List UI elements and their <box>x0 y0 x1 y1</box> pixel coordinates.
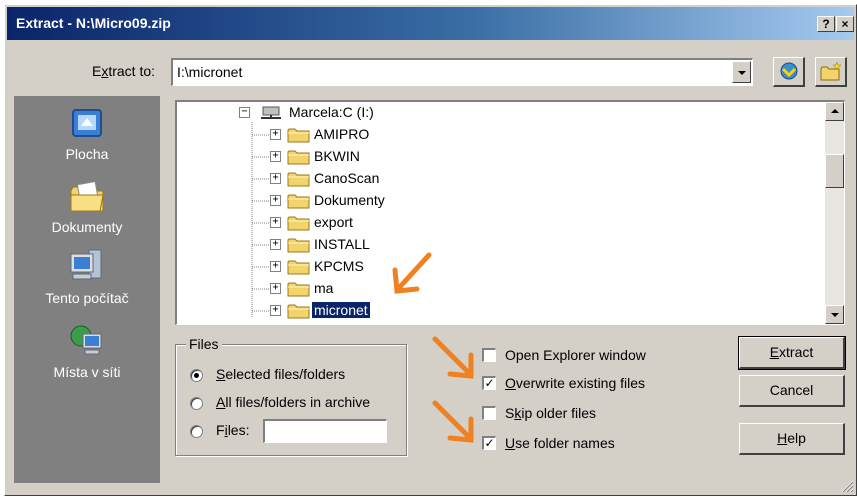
tree-item[interactable]: + Dokumenty <box>177 190 477 212</box>
radio-selected-files[interactable] <box>190 369 203 382</box>
folder-icon <box>287 172 310 187</box>
arrow-annotation-icon <box>432 400 474 443</box>
tree-item-label: KPCMS <box>314 258 364 274</box>
place-computer-label: Tento počítač <box>45 290 129 306</box>
window-title: Extract - N:\Micro09.zip <box>16 15 171 31</box>
expand-icon[interactable]: + <box>270 239 281 250</box>
help-title-button[interactable]: ? <box>817 16 835 32</box>
tree-root[interactable]: − Marcela:C (I:) <box>177 102 477 124</box>
overwrite-label[interactable]: Overwrite existing files <box>505 375 645 391</box>
extract-to-combobox[interactable]: I:\micronet <box>171 58 753 86</box>
place-documents-label: Dokumenty <box>51 219 123 235</box>
extract-dialog: Extract - N:\Micro09.zip ? × Extract to:… <box>4 4 857 496</box>
network-drive-icon <box>261 106 281 119</box>
expand-icon[interactable]: + <box>270 195 281 206</box>
scroll-down-icon <box>831 313 839 317</box>
overwrite-checkbox[interactable]: ✓ <box>482 376 496 390</box>
chevron-down-icon <box>738 71 746 75</box>
expand-icon[interactable]: + <box>270 283 281 294</box>
place-network-label: Místa v síti <box>53 364 121 380</box>
scroll-down-button[interactable] <box>825 305 844 324</box>
use-folder-names-checkbox[interactable]: ✓ <box>482 436 496 450</box>
radio-all-files[interactable] <box>190 397 203 410</box>
radio-files-label[interactable]: Files: <box>216 422 249 438</box>
tree-item-label: AMIPRO <box>314 126 370 142</box>
scroll-up-icon <box>831 109 839 113</box>
expand-icon[interactable]: + <box>270 151 281 162</box>
place-desktop-label: Plocha <box>65 146 109 162</box>
tree-item-label: CanoScan <box>314 170 380 186</box>
tree-item[interactable]: + INSTALL <box>177 234 477 256</box>
place-network[interactable]: Místa v síti <box>14 322 160 380</box>
tree-item-label: Dokumenty <box>314 192 385 208</box>
folder-icon <box>287 216 310 231</box>
folder-icon <box>287 150 310 165</box>
place-desktop[interactable]: Plocha <box>14 106 160 162</box>
open-explorer-checkbox[interactable] <box>482 348 496 362</box>
close-title-button[interactable]: × <box>836 16 854 32</box>
new-folder-icon <box>820 61 842 81</box>
documents-icon <box>70 181 104 212</box>
folder-icon <box>287 238 310 253</box>
place-computer[interactable]: Tento počítač <box>14 246 160 306</box>
network-icon <box>70 325 102 355</box>
tree-item-label: BKWIN <box>314 148 360 164</box>
folder-tree[interactable]: − Marcela:C (I:) + AMIPRO + BKWIN + CanoScan +… <box>175 100 845 325</box>
folder-icon <box>287 260 310 275</box>
tree-item[interactable]: + KPCMS <box>177 256 477 278</box>
scroll-thumb[interactable] <box>825 154 844 188</box>
combo-dropdown-button[interactable] <box>732 61 751 83</box>
tree-item[interactable]: + export <box>177 212 477 234</box>
extract-button[interactable]: Extract <box>738 336 846 370</box>
tree-item[interactable]: + ma <box>177 278 477 300</box>
skip-older-checkbox[interactable] <box>482 406 496 420</box>
use-folder-names-label[interactable]: Use folder names <box>505 435 615 451</box>
extract-to-label: Extract to: <box>92 63 156 79</box>
expand-icon[interactable]: + <box>270 129 281 140</box>
resize-grip-icon[interactable] <box>840 479 854 493</box>
files-pattern-input[interactable] <box>263 419 387 443</box>
scroll-up-button[interactable] <box>825 102 844 121</box>
browse-network-button[interactable] <box>773 57 805 87</box>
desktop-icon <box>72 109 102 137</box>
folder-icon <box>287 194 310 209</box>
tree-item[interactable]: + micronet <box>177 300 477 322</box>
tree-item[interactable]: + AMIPRO <box>177 124 477 146</box>
open-explorer-label[interactable]: Open Explorer window <box>505 347 646 363</box>
expand-icon[interactable]: + <box>270 217 281 228</box>
expand-icon[interactable]: + <box>270 305 281 316</box>
title-bar[interactable]: Extract - N:\Micro09.zip ? × <box>7 7 854 40</box>
cancel-button[interactable]: Cancel <box>739 375 845 407</box>
tree-item[interactable]: + CanoScan <box>177 168 477 190</box>
tree-item-label: INSTALL <box>314 236 370 252</box>
folder-icon <box>287 282 310 297</box>
expand-icon[interactable]: + <box>270 173 281 184</box>
network-browse-icon <box>780 62 797 80</box>
skip-older-label[interactable]: Skip older files <box>505 405 596 421</box>
help-button[interactable]: Help <box>739 423 845 455</box>
tree-root-label: Marcela:C (I:) <box>289 104 374 120</box>
extract-to-value: I:\micronet <box>177 64 243 80</box>
files-groupbox: Files Selected files/folders All files/f… <box>175 336 407 456</box>
places-bar: Plocha Dokumenty Tento počítač Místa v s… <box>14 96 160 483</box>
tree-item[interactable]: + BKWIN <box>177 146 477 168</box>
expand-icon[interactable]: + <box>270 261 281 272</box>
folder-icon <box>287 128 310 143</box>
tree-item-label: ma <box>314 280 334 296</box>
tree-item-label: micronet <box>311 301 371 319</box>
arrow-annotation-icon <box>432 336 474 379</box>
folder-icon <box>287 304 310 319</box>
tree-vertical-scrollbar[interactable] <box>825 102 844 324</box>
new-folder-button[interactable] <box>815 57 847 87</box>
tree-item-label: export <box>314 214 353 230</box>
place-documents[interactable]: Dokumenty <box>14 179 160 235</box>
collapse-icon[interactable]: − <box>239 107 250 118</box>
radio-files[interactable] <box>190 425 203 438</box>
radio-selected-files-label[interactable]: Selected files/folders <box>216 366 345 382</box>
radio-all-files-label[interactable]: All files/folders in archive <box>216 394 370 410</box>
files-legend: Files <box>186 336 222 352</box>
computer-icon <box>70 249 102 280</box>
